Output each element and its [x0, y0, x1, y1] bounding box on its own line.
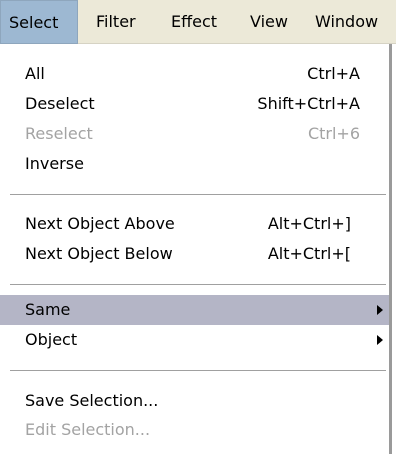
menu-item-next-object-below[interactable]: Next Object Below Alt+Ctrl+[ [0, 240, 389, 268]
menu-item-label: Inverse [25, 154, 84, 173]
menu-item-same[interactable]: Same [0, 295, 389, 325]
menu-item-label: Deselect [25, 94, 95, 113]
menu-item-label: Next Object Below [25, 244, 173, 263]
menu-item-all[interactable]: All Ctrl+A [0, 60, 389, 88]
submenu-arrow-icon [377, 335, 383, 345]
app-frame: Select Filter Effect View Window All Ctr… [0, 0, 396, 454]
menubar-item-effect[interactable]: Effect [171, 0, 217, 44]
menu-separator [10, 370, 386, 372]
menu-item-object[interactable]: Object [0, 326, 389, 354]
select-dropdown-menu: All Ctrl+A Deselect Shift+Ctrl+A Reselec… [0, 44, 392, 454]
menubar-item-filter[interactable]: Filter [96, 0, 136, 44]
menu-item-edit-selection: Edit Selection... [0, 416, 389, 444]
menu-item-shortcut: Alt+Ctrl+] [267, 214, 351, 233]
menu-separator [10, 284, 386, 286]
menu-item-reselect: Reselect Ctrl+6 [0, 120, 389, 148]
menu-item-inverse[interactable]: Inverse [0, 150, 389, 178]
menu-item-label: Reselect [25, 124, 93, 143]
menu-item-shortcut: Alt+Ctrl+[ [267, 244, 351, 263]
menu-item-label: Same [25, 300, 71, 319]
menubar-item-view[interactable]: View [250, 0, 288, 44]
menu-item-label: Save Selection... [25, 391, 159, 410]
submenu-arrow-icon [377, 305, 383, 315]
menu-item-label: Next Object Above [25, 214, 175, 233]
menu-separator [10, 194, 386, 196]
menu-item-shortcut: Ctrl+A [307, 64, 360, 83]
menu-bar: Select Filter Effect View Window [0, 0, 396, 44]
menubar-item-select[interactable]: Select [0, 0, 78, 44]
menubar-item-window[interactable]: Window [315, 0, 378, 44]
menu-item-shortcut: Shift+Ctrl+A [257, 94, 360, 113]
menu-item-label: Object [25, 330, 78, 349]
menu-item-label: All [25, 64, 45, 83]
menu-item-label: Edit Selection... [25, 420, 151, 439]
menu-item-next-object-above[interactable]: Next Object Above Alt+Ctrl+] [0, 210, 389, 238]
menu-item-deselect[interactable]: Deselect Shift+Ctrl+A [0, 90, 389, 118]
menu-item-save-selection[interactable]: Save Selection... [0, 387, 389, 415]
menu-item-shortcut: Ctrl+6 [307, 124, 360, 143]
